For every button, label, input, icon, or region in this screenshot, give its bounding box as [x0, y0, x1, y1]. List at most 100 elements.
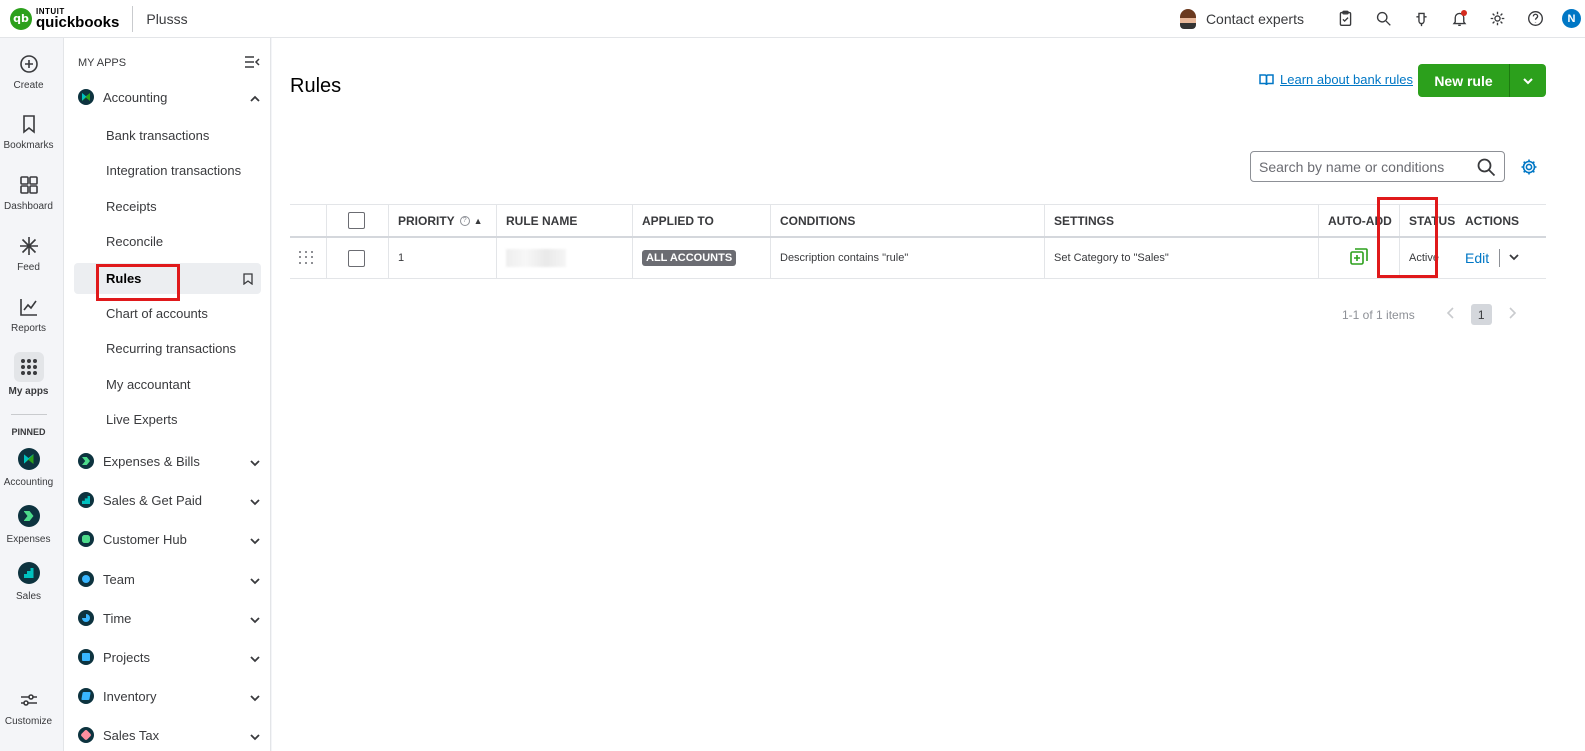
logo-quickbooks-text: quickbooks	[36, 13, 120, 31]
rail-bookmarks-label: Bookmarks	[3, 140, 54, 151]
new-rule-split-button: New rule	[1418, 64, 1546, 97]
nav-receipts[interactable]: Receipts	[106, 199, 157, 214]
rail-divider	[11, 414, 47, 415]
chevron-down-icon	[250, 730, 260, 741]
bookmark-icon[interactable]	[243, 272, 253, 286]
notifications-bell-icon[interactable]	[1449, 9, 1469, 29]
accounting-app-icon	[78, 89, 94, 105]
contact-experts-button[interactable]: Contact experts	[1179, 8, 1304, 29]
app-sales-tax[interactable]: Sales Tax	[78, 724, 260, 746]
row-conditions: Description contains "rule"	[770, 238, 1044, 278]
app-projects[interactable]: Projects	[78, 646, 260, 668]
settings-gear-icon[interactable]	[1487, 9, 1507, 29]
projects-app-icon	[78, 649, 94, 665]
app-sales-get-paid[interactable]: Sales & Get Paid	[78, 489, 260, 511]
apps-plug-icon[interactable]	[1411, 9, 1431, 29]
header-priority[interactable]: PRIORITY ? ▲	[388, 205, 496, 236]
rules-highlight-box	[96, 264, 180, 301]
rail-my-apps[interactable]: My apps	[0, 352, 57, 397]
rail-create[interactable]: Create	[0, 54, 57, 91]
chevron-down-icon	[250, 574, 260, 585]
search-icon[interactable]	[1476, 157, 1496, 177]
header-rule-name[interactable]: RULE NAME	[496, 205, 632, 236]
nav-recurring-transactions[interactable]: Recurring transactions	[106, 341, 236, 356]
help-icon[interactable]	[1525, 9, 1545, 29]
chevron-down-icon	[250, 456, 260, 467]
pinned-heading: PINNED	[11, 427, 46, 437]
rail-reports[interactable]: Reports	[0, 297, 57, 334]
pagination-summary: 1-1 of 1 items	[1342, 307, 1415, 322]
chevron-down-icon	[250, 652, 260, 663]
new-rule-button[interactable]: New rule	[1418, 64, 1509, 97]
header-auto-add[interactable]: AUTO-ADD	[1318, 205, 1399, 236]
quickbooks-logo[interactable]: qb INTUIT quickbooks	[10, 0, 119, 38]
pinned-sales-label: Sales	[15, 591, 41, 602]
collapse-sidebar-icon[interactable]	[244, 55, 260, 69]
header-applied-to[interactable]: APPLIED TO	[632, 205, 770, 236]
more-actions-chevron-icon[interactable]	[1508, 251, 1520, 266]
rail-dashboard[interactable]: Dashboard	[0, 175, 57, 212]
chevron-down-icon	[250, 495, 260, 506]
page-title: Rules	[290, 75, 342, 97]
app-inventory[interactable]: Inventory	[78, 685, 260, 707]
pinned-expenses[interactable]: Expenses	[0, 505, 57, 545]
header-conditions[interactable]: CONDITIONS	[770, 205, 1044, 236]
nav-integration-transactions[interactable]: Integration transactions	[106, 163, 241, 178]
app-time-label: Time	[103, 610, 132, 626]
previous-page-icon[interactable]	[1445, 306, 1457, 323]
rules-search-input[interactable]	[1259, 158, 1469, 175]
nav-my-accountant[interactable]: My accountant	[106, 377, 191, 392]
rail-customize[interactable]: Customize	[0, 690, 57, 727]
app-expenses-bills[interactable]: Expenses & Bills	[78, 450, 260, 472]
reports-chart-icon	[19, 299, 37, 316]
main-content: Rules Learn about bank rules New rule PR…	[272, 38, 1585, 751]
next-page-icon[interactable]	[1506, 306, 1518, 323]
user-avatar[interactable]: N	[1562, 9, 1581, 28]
nav-chart-of-accounts[interactable]: Chart of accounts	[106, 306, 208, 321]
qb-logo-icon: qb	[10, 7, 32, 30]
nav-rules[interactable]: Rules	[74, 263, 261, 301]
expenses-app-icon	[17, 505, 40, 527]
nav-reconcile[interactable]: Reconcile	[106, 234, 163, 249]
header-status[interactable]: STATUS	[1399, 205, 1456, 236]
chevron-down-icon	[250, 534, 260, 545]
row-settings: Set Category to "Sales"	[1044, 238, 1318, 278]
row-rule-name	[496, 238, 632, 278]
table-row[interactable]: 1 ALL ACCOUNTS Description contains "rul…	[290, 238, 1546, 279]
rail-feed-label: Feed	[17, 262, 40, 273]
team-app-icon	[78, 571, 94, 587]
app-accounting[interactable]: Accounting	[78, 86, 260, 108]
chevron-down-icon	[250, 691, 260, 702]
drag-handle-icon[interactable]	[299, 251, 313, 265]
sort-ascending-icon: ▲	[473, 215, 483, 226]
pinned-accounting[interactable]: Accounting	[0, 448, 57, 488]
select-all-checkbox[interactable]	[348, 212, 365, 229]
table-settings-gear-icon[interactable]	[1520, 158, 1538, 176]
tasks-clipboard-icon[interactable]	[1335, 9, 1355, 29]
search-icon[interactable]	[1373, 9, 1393, 29]
info-icon[interactable]: ?	[459, 215, 470, 226]
app-team[interactable]: Team	[78, 568, 260, 590]
header-priority-label: PRIORITY	[398, 213, 455, 228]
rail-bookmarks[interactable]: Bookmarks	[0, 114, 57, 151]
contact-experts-label: Contact experts	[1205, 10, 1304, 27]
app-projects-label: Projects	[103, 649, 150, 665]
row-checkbox[interactable]	[348, 249, 365, 267]
learn-bank-rules-link[interactable]: Learn about bank rules	[1259, 72, 1413, 87]
header-settings[interactable]: SETTINGS	[1044, 205, 1318, 236]
rail-feed[interactable]: Feed	[0, 236, 57, 273]
expert-avatar	[1179, 8, 1196, 29]
sales-app-icon	[78, 492, 94, 508]
nav-live-experts[interactable]: Live Experts	[106, 412, 178, 427]
edit-rule-link[interactable]: Edit	[1465, 250, 1489, 266]
new-rule-dropdown-button[interactable]	[1510, 64, 1546, 97]
nav-bank-transactions[interactable]: Bank transactions	[106, 128, 209, 143]
notification-dot	[1461, 9, 1467, 16]
page-number-current[interactable]: 1	[1470, 304, 1492, 325]
row-select-cell	[326, 238, 388, 278]
app-customer-hub[interactable]: Customer Hub	[78, 528, 260, 550]
app-time[interactable]: Time	[78, 607, 260, 629]
app-sales-tax-label: Sales Tax	[103, 727, 160, 743]
pinned-sales[interactable]: Sales	[0, 562, 57, 602]
learn-bank-rules-label: Learn about bank rules	[1280, 72, 1413, 87]
